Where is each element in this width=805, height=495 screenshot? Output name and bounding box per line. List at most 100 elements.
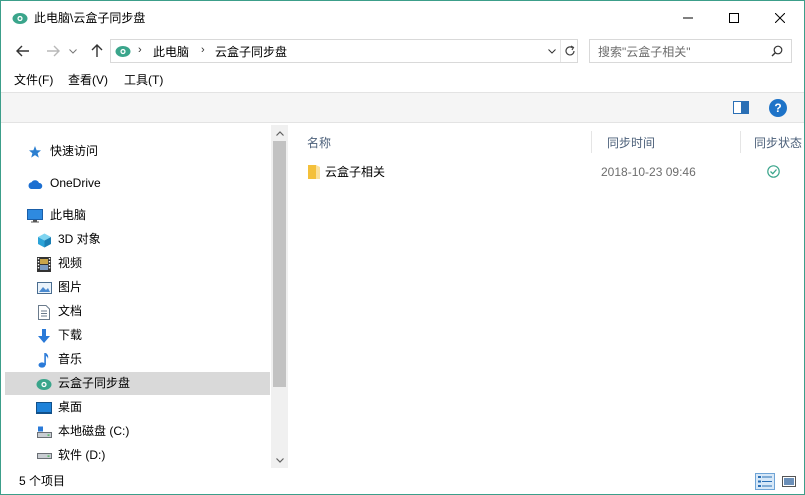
pin-star-icon bbox=[27, 144, 43, 160]
desktop-icon bbox=[36, 400, 52, 416]
nav-item-label: 下载 bbox=[58, 328, 83, 342]
nav-item-software-d[interactable]: 软件 (D:) bbox=[5, 444, 270, 467]
refresh-icon bbox=[564, 45, 575, 56]
music-note-icon bbox=[36, 352, 52, 368]
nav-item-pictures[interactable]: 图片 bbox=[5, 276, 270, 299]
file-sync-time: 2018-10-23 09:46 bbox=[601, 165, 696, 179]
details-view-icon bbox=[758, 476, 772, 487]
forward-button[interactable] bbox=[42, 40, 64, 62]
chevron-down-icon bbox=[69, 48, 77, 54]
title-bar: 此电脑\云盒子同步盘 bbox=[1, 1, 804, 35]
details-view-button[interactable] bbox=[755, 473, 775, 490]
nav-item-label: 文档 bbox=[58, 304, 83, 318]
nav-item-music[interactable]: 音乐 bbox=[5, 348, 270, 371]
menu-file[interactable]: 文件(F) bbox=[14, 73, 53, 87]
film-icon bbox=[36, 256, 52, 272]
nav-item-label: 桌面 bbox=[58, 400, 83, 414]
column-header-label: 同步时间 bbox=[607, 136, 656, 150]
column-header-label: 名称 bbox=[307, 136, 332, 150]
arrow-up-icon bbox=[91, 44, 103, 57]
address-history-button[interactable] bbox=[544, 40, 560, 62]
nav-item-label: 音乐 bbox=[58, 352, 83, 366]
nav-scrollbar[interactable] bbox=[271, 125, 288, 468]
file-name: 云盒子相关 bbox=[325, 165, 386, 179]
column-header-name[interactable]: 名称 bbox=[291, 125, 591, 159]
back-button[interactable] bbox=[12, 40, 34, 62]
column-header-status[interactable]: 同步状态 bbox=[741, 125, 804, 159]
synced-check-icon bbox=[767, 165, 780, 181]
scroll-up-button[interactable] bbox=[271, 125, 288, 141]
breadcrumb-this-pc[interactable]: 此电脑 bbox=[153, 45, 189, 59]
column-header-date[interactable]: 同步时间 bbox=[592, 125, 740, 159]
recent-locations-button[interactable] bbox=[65, 40, 81, 62]
monitor-icon bbox=[27, 208, 43, 224]
nav-item-desktop[interactable]: 桌面 bbox=[5, 396, 270, 419]
breadcrumb-separator[interactable]: › bbox=[138, 44, 142, 56]
up-button[interactable] bbox=[86, 40, 108, 62]
nav-item-label: OneDrive bbox=[50, 176, 101, 190]
arrow-right-icon bbox=[47, 45, 60, 57]
window-title: 此电脑\云盒子同步盘 bbox=[34, 11, 146, 25]
minimize-button[interactable] bbox=[665, 1, 711, 35]
nav-item-label: 快速访问 bbox=[50, 144, 99, 158]
nav-item-label: 本地磁盘 (C:) bbox=[58, 424, 130, 438]
document-icon bbox=[36, 304, 52, 320]
nav-item-downloads[interactable]: 下载 bbox=[5, 324, 270, 347]
breadcrumb-cloudbox[interactable]: 云盒子同步盘 bbox=[215, 45, 287, 59]
cloudbox-icon bbox=[36, 376, 52, 392]
folder-icon bbox=[307, 164, 321, 183]
explorer-window: 此电脑\云盒子同步盘 › 此电脑 › 云盒子同步盘 搜索"云盒子相关" 文件(F… bbox=[0, 0, 805, 495]
search-input[interactable]: 搜索"云盒子相关" bbox=[589, 39, 792, 63]
picture-icon bbox=[36, 280, 52, 296]
address-bar[interactable]: › 此电脑 › 云盒子同步盘 bbox=[110, 39, 578, 63]
file-list: 名称 同步时间 同步状态 云盒子相关 2018-10-23 09:46 bbox=[291, 125, 804, 468]
drive-icon bbox=[36, 448, 52, 464]
nav-item-this-pc[interactable]: 此电脑 bbox=[5, 204, 270, 227]
column-header-label: 同步状态 bbox=[754, 136, 803, 150]
download-arrow-icon bbox=[36, 328, 52, 344]
table-row[interactable]: 云盒子相关 2018-10-23 09:46 bbox=[299, 161, 804, 183]
large-icons-view-button[interactable] bbox=[779, 473, 799, 490]
close-button[interactable] bbox=[757, 1, 803, 35]
chevron-down-icon bbox=[548, 48, 556, 54]
breadcrumb-separator[interactable]: › bbox=[201, 44, 205, 56]
nav-item-local-disk-c[interactable]: 本地磁盘 (C:) bbox=[5, 420, 270, 443]
nav-item-label: 3D 对象 bbox=[58, 232, 101, 246]
nav-item-label: 此电脑 bbox=[50, 208, 87, 222]
maximize-button[interactable] bbox=[711, 1, 757, 35]
nav-item-label: 图片 bbox=[58, 280, 83, 294]
nav-item-videos[interactable]: 视频 bbox=[5, 252, 270, 275]
menu-bar: 文件(F) 查看(V) 工具(T) bbox=[1, 71, 804, 91]
refresh-button[interactable] bbox=[560, 40, 578, 62]
nav-item-3d-objects[interactable]: 3D 对象 bbox=[5, 228, 270, 251]
chevron-up-icon bbox=[275, 130, 284, 136]
search-placeholder: 搜索"云盒子相关" bbox=[598, 45, 691, 59]
large-icons-view-icon bbox=[782, 476, 796, 487]
scroll-thumb[interactable] bbox=[273, 141, 286, 387]
cloudbox-icon bbox=[115, 44, 131, 58]
nav-item-label: 云盒子同步盘 bbox=[58, 376, 131, 390]
nav-item-label: 视频 bbox=[58, 256, 83, 270]
preview-pane-button[interactable] bbox=[733, 101, 749, 117]
drive-icon bbox=[36, 424, 52, 440]
preview-pane-icon bbox=[733, 101, 749, 114]
cloudbox-icon bbox=[12, 11, 28, 25]
nav-item-quick-access[interactable]: 快速访问 bbox=[5, 140, 270, 163]
status-bar: 5 个项目 bbox=[1, 469, 804, 494]
item-count: 5 个项目 bbox=[19, 474, 66, 488]
menu-tools[interactable]: 工具(T) bbox=[124, 73, 163, 87]
menu-view[interactable]: 查看(V) bbox=[68, 73, 108, 87]
chevron-down-icon bbox=[275, 457, 284, 463]
search-icon[interactable] bbox=[771, 45, 783, 60]
nav-item-documents[interactable]: 文档 bbox=[5, 300, 270, 323]
nav-item-label: 软件 (D:) bbox=[58, 448, 106, 462]
cloud-icon bbox=[27, 176, 43, 192]
scroll-down-button[interactable] bbox=[271, 452, 288, 468]
arrow-left-icon bbox=[16, 45, 29, 57]
nav-item-onedrive[interactable]: OneDrive bbox=[5, 172, 270, 195]
help-button[interactable]: ? bbox=[769, 99, 787, 117]
nav-item-cloudbox-sync[interactable]: 云盒子同步盘 bbox=[5, 372, 270, 395]
toolbar: ? bbox=[1, 92, 804, 123]
navigation-pane: 快速访问 OneDrive 此电脑 3D 对象 视频 图片 文档 下载 音乐 云… bbox=[1, 125, 288, 468]
cube-3d-icon bbox=[36, 232, 52, 248]
